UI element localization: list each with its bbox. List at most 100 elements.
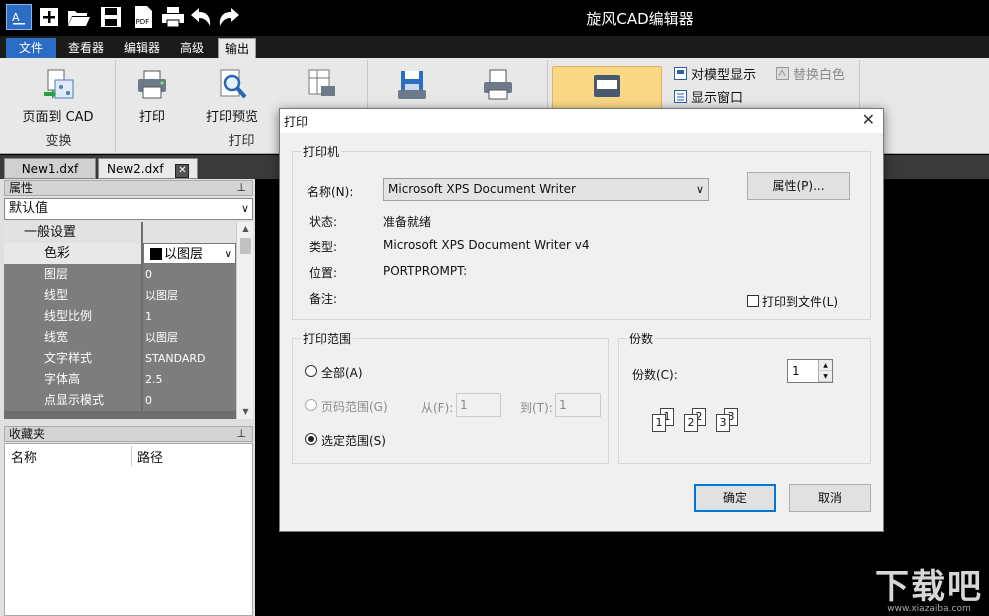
spin-up-icon[interactable]: ▲ bbox=[819, 360, 832, 371]
properties-header: 属性 ⊥ bbox=[4, 180, 253, 196]
favorites-col-path[interactable]: 路径 bbox=[137, 447, 163, 466]
property-row-color[interactable]: 色彩 以图层∨ bbox=[4, 243, 236, 264]
printer-select[interactable]: Microsoft XPS Document Writer ∨ bbox=[383, 178, 709, 201]
property-row-linetype-scale[interactable]: 线型比例 1 bbox=[4, 306, 236, 327]
scroll-up-icon[interactable]: ▲ bbox=[237, 222, 254, 236]
print-button[interactable]: 打印 bbox=[112, 66, 192, 126]
title-bar: A PDF 旋风CAD编辑器 bbox=[0, 0, 989, 36]
save-disk-icon bbox=[395, 68, 429, 102]
properties-combo-value: 默认值 bbox=[9, 201, 48, 216]
property-section-general[interactable]: − 一般设置 bbox=[4, 222, 236, 243]
printer-properties-button[interactable]: 属性(P)... bbox=[747, 172, 850, 200]
undo-icon[interactable] bbox=[188, 4, 214, 30]
range-pages-label[interactable]: 页码范围(G) bbox=[321, 398, 388, 415]
pdf-icon[interactable]: PDF bbox=[130, 4, 156, 30]
tab-editor[interactable]: 编辑器 bbox=[118, 38, 166, 58]
show-window-icon bbox=[674, 90, 687, 103]
property-scrollbar[interactable]: ▲ ▼ bbox=[236, 222, 253, 419]
favorites-list[interactable]: 名称 路径 bbox=[4, 443, 253, 616]
property-value: 以图层 bbox=[143, 285, 236, 306]
type-value: Microsoft XPS Document Writer v4 bbox=[383, 238, 589, 252]
range-all-radio[interactable] bbox=[305, 365, 317, 377]
app-title: 旋风CAD编辑器 bbox=[540, 8, 740, 29]
print-to-file-checkbox[interactable] bbox=[747, 295, 759, 307]
color-dropdown[interactable]: 以图层∨ bbox=[143, 243, 236, 264]
tab-output[interactable]: 输出 bbox=[218, 38, 256, 58]
property-value: 0 bbox=[143, 390, 236, 411]
show-window-toggle[interactable]: 显示窗口 bbox=[674, 87, 743, 106]
page-to-cad-button[interactable]: 页面到 CAD bbox=[18, 66, 98, 126]
save-icon[interactable] bbox=[98, 4, 124, 30]
model-display-label: 对模型显示 bbox=[691, 64, 756, 83]
range-pages-radio[interactable] bbox=[305, 399, 317, 411]
replace-white-toggle[interactable]: 替换白色 bbox=[776, 64, 845, 83]
pin-icon[interactable]: ⊥ bbox=[236, 427, 246, 441]
property-key: 点显示模式 bbox=[4, 390, 142, 411]
plot-setup-icon bbox=[481, 68, 515, 102]
doc-tab-new1[interactable]: New1.dxf bbox=[4, 158, 96, 179]
print-to-file-label[interactable]: 打印到文件(L) bbox=[762, 293, 838, 310]
pin-icon[interactable]: ⊥ bbox=[236, 181, 246, 195]
property-section-label: 一般设置 bbox=[4, 222, 142, 243]
close-icon[interactable]: ✕ bbox=[175, 164, 189, 178]
chevron-down-icon: ∨ bbox=[241, 199, 249, 219]
tab-viewer[interactable]: 查看器 bbox=[62, 38, 110, 58]
ok-button[interactable]: 确定 bbox=[694, 484, 776, 512]
printer-name-label: 名称(N): bbox=[307, 183, 353, 200]
range-selection-label[interactable]: 选定范围(S) bbox=[321, 432, 386, 449]
model-display-toggle[interactable]: 对模型显示 bbox=[674, 64, 756, 83]
watermark-logo: 下载吧 bbox=[875, 570, 983, 604]
property-value: 以图层 bbox=[143, 327, 236, 348]
property-row-point-mode[interactable]: 点显示模式 0 bbox=[4, 390, 236, 411]
property-key: 文字样式 bbox=[4, 348, 142, 369]
to-input[interactable]: 1 bbox=[555, 393, 601, 417]
copies-spinner[interactable]: 1 ▲ ▼ bbox=[787, 359, 833, 383]
spin-down-icon[interactable]: ▼ bbox=[819, 371, 832, 382]
property-value: 1 bbox=[143, 306, 236, 327]
watermark: 下载吧 www.xiazaiba.com bbox=[875, 570, 983, 614]
property-row-layer[interactable]: 图层 0 bbox=[4, 264, 236, 285]
print-layout-icon bbox=[305, 68, 339, 102]
copies-group: 份数 份数(C): bbox=[618, 338, 871, 464]
property-row-text-style[interactable]: 文字样式 STANDARD bbox=[4, 348, 236, 369]
scroll-down-icon[interactable]: ▼ bbox=[237, 405, 254, 419]
doc-tab-new2[interactable]: New2.dxf ✕ bbox=[98, 158, 198, 179]
property-key: 色彩 bbox=[4, 243, 142, 264]
tab-advanced[interactable]: 高级 bbox=[174, 38, 210, 58]
chevron-down-icon: ∨ bbox=[696, 179, 704, 200]
property-row-font-height[interactable]: 字体高 2.5 bbox=[4, 369, 236, 390]
properties-combo[interactable]: 默认值 ∨ bbox=[4, 198, 253, 220]
print-label: 打印 bbox=[112, 106, 192, 125]
tab-file[interactable]: 文件 bbox=[6, 38, 56, 58]
range-selection-radio[interactable] bbox=[305, 433, 317, 445]
favorites-header: 收藏夹 ⊥ bbox=[4, 426, 253, 442]
printer-icon[interactable] bbox=[160, 4, 186, 30]
property-grid: − 一般设置 色彩 以图层∨ 图层 0 线型 以图层 线型比例 1 线宽 以图层… bbox=[4, 222, 236, 419]
open-folder-icon[interactable] bbox=[66, 4, 92, 30]
cancel-button[interactable]: 取消 bbox=[789, 484, 871, 512]
location-value: PORTPROMPT: bbox=[383, 264, 467, 278]
print-preview-button[interactable]: 打印预览 bbox=[192, 66, 272, 126]
print-range-label: 打印范围 bbox=[301, 330, 353, 347]
property-value: 0 bbox=[143, 264, 236, 285]
printer-group: 打印机 名称(N): Microsoft XPS Document Writer… bbox=[292, 151, 871, 320]
new-file-icon[interactable] bbox=[36, 4, 62, 30]
status-value: 准备就绪 bbox=[383, 213, 431, 230]
property-value: STANDARD bbox=[143, 348, 236, 369]
scroll-thumb[interactable] bbox=[240, 238, 251, 254]
app-logo-icon[interactable]: A bbox=[6, 4, 32, 30]
favorites-col-name[interactable]: 名称 bbox=[11, 447, 37, 466]
chevron-down-icon: ∨ bbox=[225, 244, 232, 265]
range-all-label[interactable]: 全部(A) bbox=[321, 364, 363, 381]
status-label: 状态: bbox=[309, 213, 337, 230]
property-row-linetype[interactable]: 线型 以图层 bbox=[4, 285, 236, 306]
print-preview-label: 打印预览 bbox=[192, 106, 272, 125]
redo-icon[interactable] bbox=[216, 4, 242, 30]
ribbon-group-convert-label: 变换 bbox=[2, 130, 115, 149]
properties-title: 属性 bbox=[9, 181, 33, 195]
from-input[interactable]: 1 bbox=[456, 393, 501, 417]
svg-text:PDF: PDF bbox=[136, 18, 150, 26]
close-icon[interactable]: ✕ bbox=[862, 110, 875, 129]
property-row-lineweight[interactable]: 线宽 以图层 bbox=[4, 327, 236, 348]
doc-tab-new2-label: New2.dxf bbox=[107, 162, 164, 176]
